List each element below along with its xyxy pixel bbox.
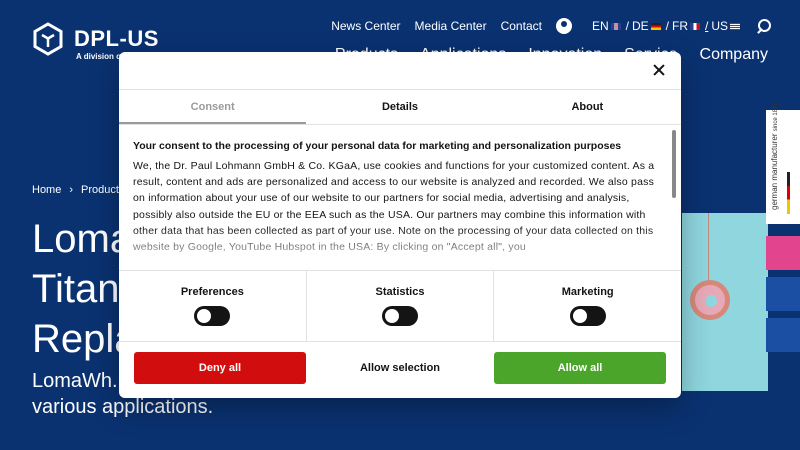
allow-selection-button[interactable]: Allow selection (314, 352, 486, 384)
lang-fr[interactable]: / FR (663, 19, 700, 33)
marketing-switch[interactable] (569, 306, 606, 326)
allow-all-button[interactable]: Allow all (494, 352, 666, 384)
user-account-icon[interactable] (555, 18, 572, 34)
cookie-consent-dialog: Consent Details About Your consent to th… (119, 52, 681, 398)
tab-about[interactable]: About (494, 90, 681, 124)
uk-flag-icon (610, 22, 621, 30)
close-icon[interactable] (651, 62, 667, 78)
toggle-label: Marketing (561, 286, 614, 298)
breadcrumb-products[interactable]: Products (81, 184, 124, 196)
consent-tabs: Consent Details About (119, 89, 681, 125)
deny-all-button[interactable]: Deny all (134, 352, 306, 384)
search-icon[interactable] (756, 18, 772, 34)
toggle-statistics: Statistics (307, 271, 495, 341)
breadcrumb-home[interactable]: Home (32, 184, 61, 196)
lang-code: DE (631, 19, 649, 33)
french-flag-icon (689, 22, 700, 30)
brand-subtitle: A division o (76, 52, 122, 61)
german-flag-icon (787, 172, 790, 214)
brand-logo[interactable]: DPL-US (32, 22, 159, 56)
donut-image (690, 280, 730, 320)
tab-details[interactable]: Details (306, 90, 493, 124)
toggle-label: Preferences (180, 286, 244, 298)
consent-toggles: Preferences Statistics Marketing (119, 270, 681, 342)
consent-text: Your consent to the processing of your p… (133, 138, 663, 270)
brand-name: DPL-US (74, 26, 159, 51)
language-switcher: EN / DE / FR / US (592, 19, 740, 33)
badge-since: since 1886 (773, 102, 779, 132)
scrollbar-thumb[interactable] (672, 130, 676, 198)
lang-code: FR (671, 19, 688, 33)
lang-code: US (711, 19, 728, 33)
contact-link[interactable]: Contact (501, 19, 542, 33)
toggle-label: Statistics (375, 286, 425, 298)
toggle-marketing: Marketing (494, 271, 681, 341)
nav-company[interactable]: Company (700, 46, 768, 64)
side-tab-pink[interactable] (766, 236, 800, 270)
chevron-right-icon: › (69, 184, 74, 196)
german-flag-icon (650, 22, 661, 30)
preferences-switch[interactable] (194, 306, 231, 326)
lang-code: EN (591, 19, 609, 33)
badge-label: german manufacturer (770, 133, 779, 210)
side-tab-blue[interactable] (766, 277, 800, 311)
badge-text: german manufacturer since 1886 (770, 102, 779, 210)
string (708, 213, 709, 281)
lang-de[interactable]: / DE (623, 19, 661, 33)
consent-heading: Your consent to the processing of your p… (133, 140, 622, 152)
hexagon-logo-icon (33, 22, 63, 56)
scrollbar[interactable] (671, 128, 677, 268)
statistics-switch[interactable] (382, 306, 418, 326)
lang-separator: / (704, 19, 709, 33)
us-flag-icon (730, 22, 740, 30)
lang-separator: / (665, 19, 669, 33)
lang-us[interactable]: / US (702, 19, 740, 33)
donut-photo (682, 213, 768, 391)
news-center-link[interactable]: News Center (331, 19, 400, 33)
top-nav: News Center Media Center Contact EN / DE… (317, 18, 772, 34)
text-fade (133, 228, 663, 270)
lang-en[interactable]: EN (592, 19, 621, 33)
media-center-link[interactable]: Media Center (415, 19, 487, 33)
breadcrumb: Home › Products (32, 184, 124, 196)
tab-consent[interactable]: Consent (119, 90, 307, 124)
lang-separator: / (625, 19, 629, 33)
german-manufacturer-badge: german manufacturer since 1886 (766, 102, 800, 224)
side-tab-blue[interactable] (766, 318, 800, 352)
toggle-preferences: Preferences (119, 271, 307, 341)
